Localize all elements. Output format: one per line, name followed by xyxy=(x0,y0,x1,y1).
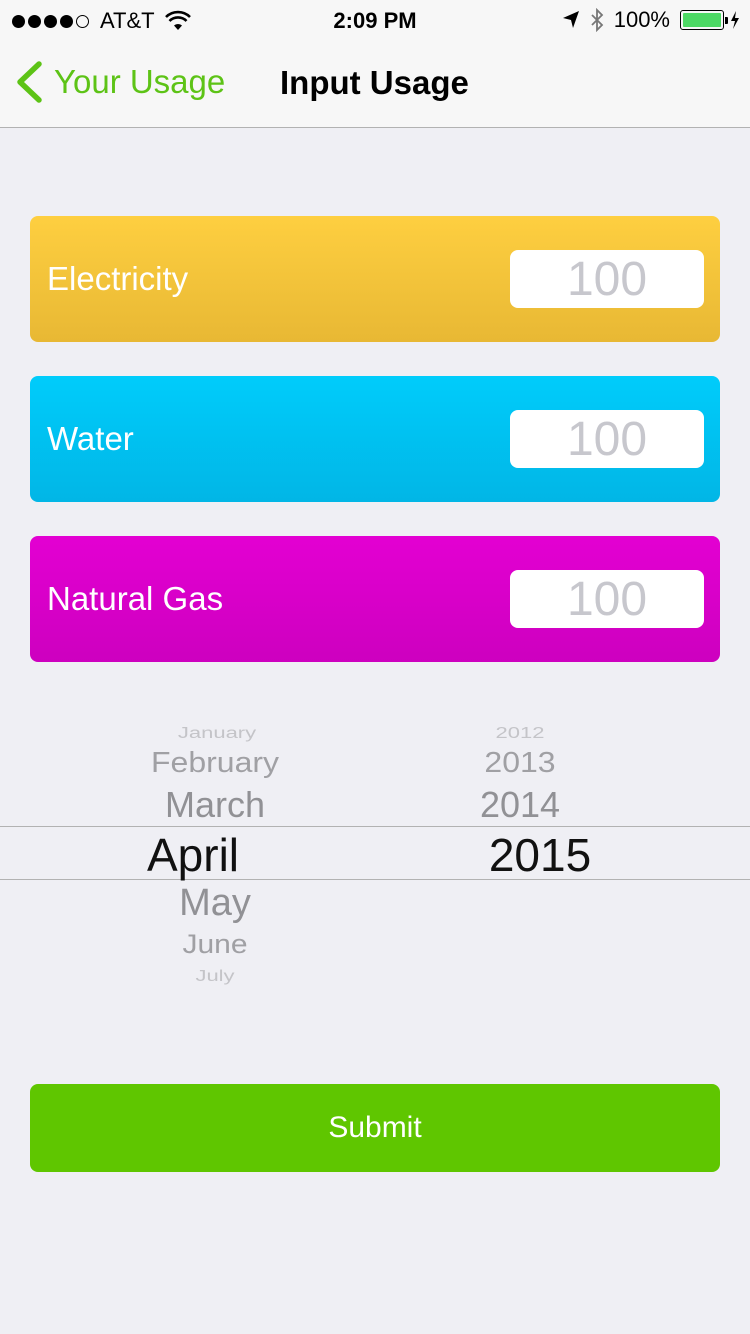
water-input[interactable] xyxy=(510,410,704,468)
input-usage-screen: AT&T 2:09 PM 100% Your Usage Input Usage… xyxy=(0,0,750,1334)
battery-percent: 100% xyxy=(613,7,670,32)
location-arrow-icon xyxy=(562,11,579,28)
month-year-picker[interactable]: January February March April May June Ju… xyxy=(0,700,750,1010)
chevron-left-icon xyxy=(17,61,42,103)
electricity-input[interactable] xyxy=(510,250,704,308)
natural-gas-input[interactable] xyxy=(510,570,704,628)
battery-icon xyxy=(680,10,728,30)
water-label: Water xyxy=(47,420,134,457)
water-row: Water xyxy=(30,376,720,502)
month-option[interactable]: July xyxy=(0,967,430,985)
month-option-selected[interactable]: April xyxy=(0,828,408,882)
electricity-label: Electricity xyxy=(47,260,189,297)
back-label: Your Usage xyxy=(54,63,226,100)
year-option[interactable]: 2014 xyxy=(360,784,680,826)
month-option[interactable]: June xyxy=(0,930,430,961)
year-wheel[interactable]: 2012 2013 2014 2015 xyxy=(430,700,750,1010)
electricity-row: Electricity xyxy=(30,216,720,342)
submit-button[interactable]: Submit xyxy=(30,1084,720,1172)
natural-gas-row: Natural Gas xyxy=(30,536,720,662)
bluetooth-icon xyxy=(591,8,603,32)
status-right: 100% xyxy=(552,7,740,33)
year-option[interactable]: 2013 xyxy=(360,746,680,779)
page-title: Input Usage xyxy=(280,64,469,101)
charging-bolt-icon xyxy=(731,11,739,29)
year-option-selected[interactable]: 2015 xyxy=(380,828,700,882)
year-option[interactable]: 2012 xyxy=(360,724,680,742)
natural-gas-label: Natural Gas xyxy=(47,580,224,617)
navigation-bar: Your Usage Input Usage xyxy=(0,40,750,128)
back-button[interactable]: Your Usage xyxy=(14,60,225,104)
month-option[interactable]: May xyxy=(0,882,430,925)
status-bar: AT&T 2:09 PM 100% xyxy=(0,0,750,40)
